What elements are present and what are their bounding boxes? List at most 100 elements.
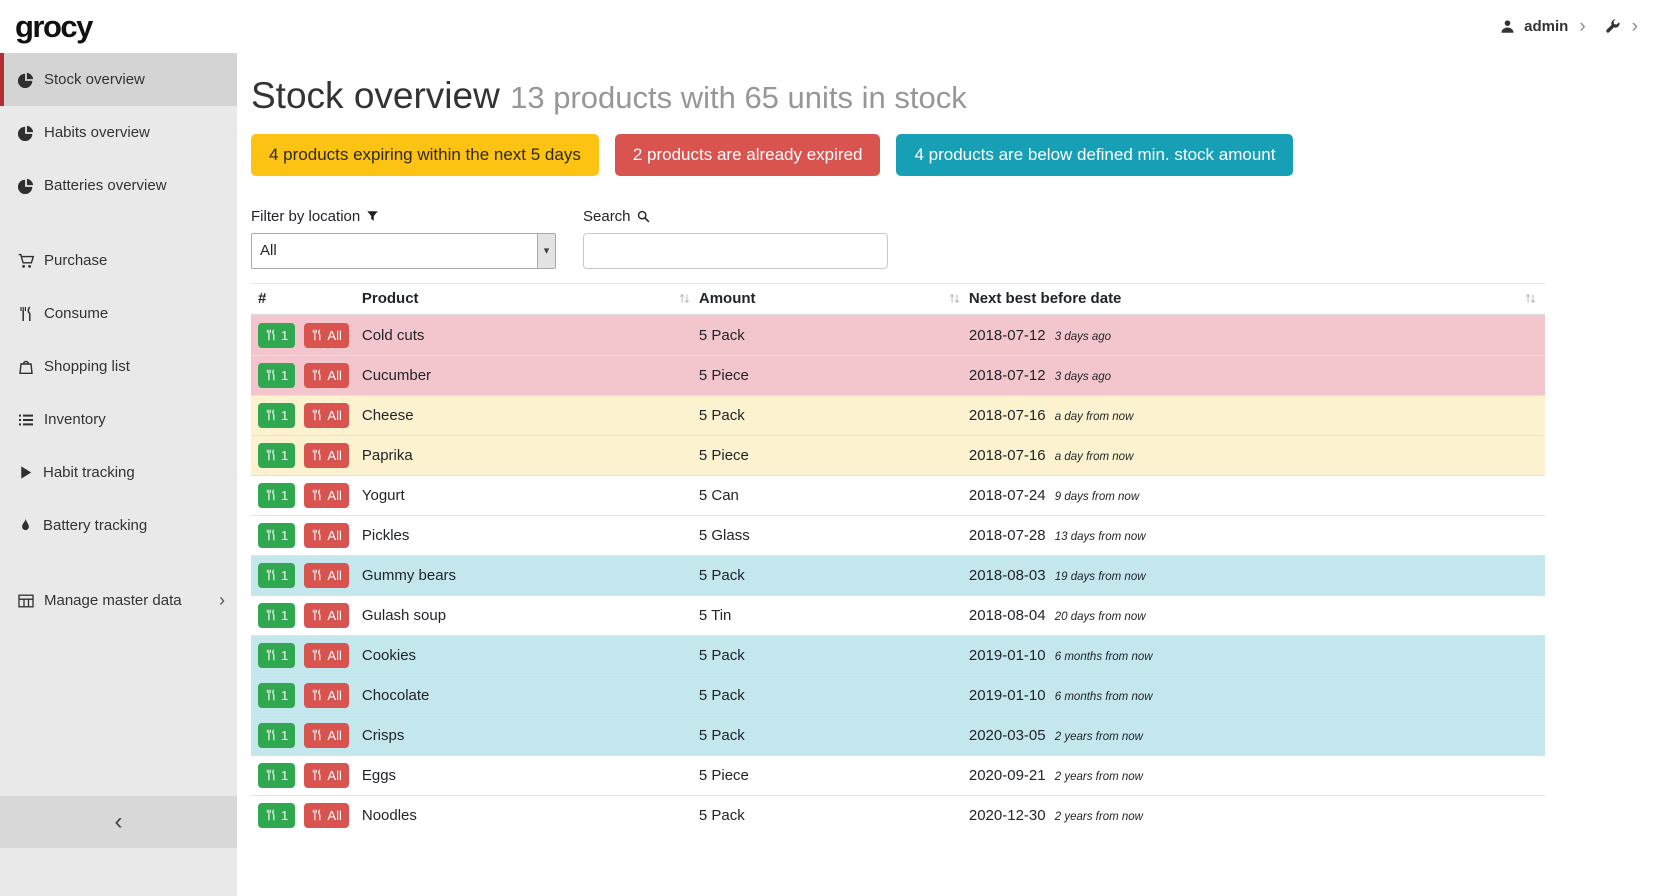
- consume-all-button[interactable]: All: [304, 523, 348, 548]
- product-name: Yogurt: [362, 487, 405, 504]
- product-name: Gummy bears: [362, 567, 456, 584]
- column-header-best-before[interactable]: Next best before date: [969, 283, 1545, 315]
- sidebar-item-label: Manage master data: [44, 592, 182, 609]
- below-min-stock-badge[interactable]: 4 products are below defined min. stock …: [896, 134, 1293, 176]
- consume-all-button[interactable]: All: [304, 603, 348, 628]
- best-before-cell: 2018-07-16 a day from now: [969, 395, 1545, 435]
- best-before-date: 2019-01-10: [969, 647, 1046, 664]
- consume-all-button[interactable]: All: [304, 403, 348, 428]
- product-name: Crisps: [362, 727, 405, 744]
- sidebar-item-purchase[interactable]: Purchase: [0, 234, 237, 287]
- amount-value: 5 Piece: [699, 447, 749, 464]
- utensils-icon: [265, 409, 277, 421]
- consume-one-button[interactable]: 1: [258, 643, 295, 668]
- sidebar-item-stock-overview[interactable]: Stock overview: [0, 53, 237, 106]
- consume-all-button[interactable]: All: [304, 763, 348, 788]
- consume-all-button[interactable]: All: [304, 443, 348, 468]
- utensils-icon: [265, 649, 277, 661]
- search-input[interactable]: [583, 233, 888, 269]
- best-before-cell: 2018-07-12 3 days ago: [969, 315, 1545, 356]
- utensils-icon: [265, 769, 277, 781]
- consume-one-button[interactable]: 1: [258, 443, 295, 468]
- sidebar-item-manage-master-data[interactable]: Manage master data ›: [0, 574, 237, 627]
- product-name: Cookies: [362, 647, 416, 664]
- user-menu[interactable]: admin: [1524, 18, 1568, 35]
- product-cell: Cheese: [362, 395, 699, 435]
- sidebar-item-battery-tracking[interactable]: Battery tracking: [0, 499, 237, 552]
- column-header-product[interactable]: Product: [362, 283, 699, 315]
- consume-all-button[interactable]: All: [304, 483, 348, 508]
- best-before-date: 2018-07-16: [969, 447, 1046, 464]
- chevron-right-icon[interactable]: ›: [1630, 17, 1640, 36]
- best-before-cell: 2018-07-28 13 days from now: [969, 515, 1545, 555]
- column-header-amount[interactable]: Amount: [699, 283, 969, 315]
- consume-one-button[interactable]: 1: [258, 523, 295, 548]
- best-before-date: 2018-07-28: [969, 527, 1046, 544]
- page-title-text: Stock overview: [251, 75, 500, 116]
- utensils-icon: [311, 489, 323, 501]
- consume-all-button[interactable]: All: [304, 563, 348, 588]
- sidebar-item-habits-overview[interactable]: Habits overview: [0, 106, 237, 159]
- utensils-icon: [311, 569, 323, 581]
- amount-cell: 5 Piece: [699, 755, 969, 795]
- sidebar-item-batteries-overview[interactable]: Batteries overview: [0, 159, 237, 212]
- consume-one-button[interactable]: 1: [258, 723, 295, 748]
- consume-one-label: 1: [281, 568, 288, 583]
- location-filter-select[interactable]: All: [251, 233, 556, 269]
- consume-one-button[interactable]: 1: [258, 763, 295, 788]
- best-before-cell: 2018-07-24 9 days from now: [969, 475, 1545, 515]
- table-row: 1 All Crisps 5 Pack 2020-03-05 2 years f…: [251, 715, 1545, 755]
- table-row: 1 All Gummy bears 5 Pack 2018-08-03 19 d…: [251, 555, 1545, 595]
- product-name: Paprika: [362, 447, 413, 464]
- sidebar-collapse-button[interactable]: ‹: [0, 796, 237, 848]
- consume-all-button[interactable]: All: [304, 723, 348, 748]
- consume-all-button[interactable]: All: [304, 683, 348, 708]
- table-row: 1 All Paprika 5 Piece 2018-07-16 a day f…: [251, 435, 1545, 475]
- sidebar-item-inventory[interactable]: Inventory: [0, 393, 237, 446]
- consume-all-button[interactable]: All: [304, 363, 348, 388]
- consume-all-button[interactable]: All: [304, 803, 348, 828]
- consume-one-button[interactable]: 1: [258, 683, 295, 708]
- consume-all-button[interactable]: All: [304, 323, 348, 348]
- best-before-relative: 6 months from now: [1055, 691, 1153, 703]
- sidebar-item-label: Consume: [44, 305, 108, 322]
- expired-products-badge[interactable]: 2 products are already expired: [615, 134, 881, 176]
- utensils-icon: [311, 369, 323, 381]
- consume-all-button[interactable]: All: [304, 643, 348, 668]
- main-content: Stock overview 13 products with 65 units…: [237, 53, 1658, 896]
- amount-value: 5 Tin: [699, 607, 732, 624]
- sidebar-item-label: Purchase: [44, 252, 107, 269]
- utensils-icon: [311, 409, 323, 421]
- table-row: 1 All Cold cuts 5 Pack 2018-07-12 3 days…: [251, 315, 1545, 356]
- sidebar-item-habit-tracking[interactable]: Habit tracking: [0, 446, 237, 499]
- amount-value: 5 Can: [699, 487, 739, 504]
- row-actions-cell: 1 All: [251, 515, 362, 555]
- grocy-logo[interactable]: grocy: [15, 9, 92, 45]
- sidebar-item-shopping-list[interactable]: Shopping list: [0, 340, 237, 393]
- sidebar-item-consume[interactable]: Consume: [0, 287, 237, 340]
- table-row: 1 All Pickles 5 Glass 2018-07-28 13 days…: [251, 515, 1545, 555]
- amount-cell: 5 Piece: [699, 355, 969, 395]
- consume-one-button[interactable]: 1: [258, 803, 295, 828]
- amount-value: 5 Pack: [699, 407, 745, 424]
- sidebar-item-label: Habit tracking: [43, 464, 135, 481]
- amount-value: 5 Pack: [699, 647, 745, 664]
- sort-icon: [948, 292, 961, 305]
- amount-value: 5 Piece: [699, 767, 749, 784]
- consume-one-button[interactable]: 1: [258, 563, 295, 588]
- utensils-icon: [265, 689, 277, 701]
- utensils-icon: [311, 329, 323, 341]
- consume-one-label: 1: [281, 648, 288, 663]
- consume-one-label: 1: [281, 448, 288, 463]
- chevron-right-icon[interactable]: ›: [1577, 17, 1587, 36]
- consume-one-button[interactable]: 1: [258, 363, 295, 388]
- expiring-products-badge[interactable]: 4 products expiring within the next 5 da…: [251, 134, 599, 176]
- consume-one-button[interactable]: 1: [258, 323, 295, 348]
- utensils-icon: [265, 729, 277, 741]
- page-subtitle: 13 products with 65 units in stock: [510, 80, 967, 115]
- consume-one-button[interactable]: 1: [258, 403, 295, 428]
- wrench-icon[interactable]: [1605, 19, 1621, 35]
- consume-one-button[interactable]: 1: [258, 603, 295, 628]
- consume-one-button[interactable]: 1: [258, 483, 295, 508]
- page-title: Stock overview 13 products with 65 units…: [251, 75, 1545, 118]
